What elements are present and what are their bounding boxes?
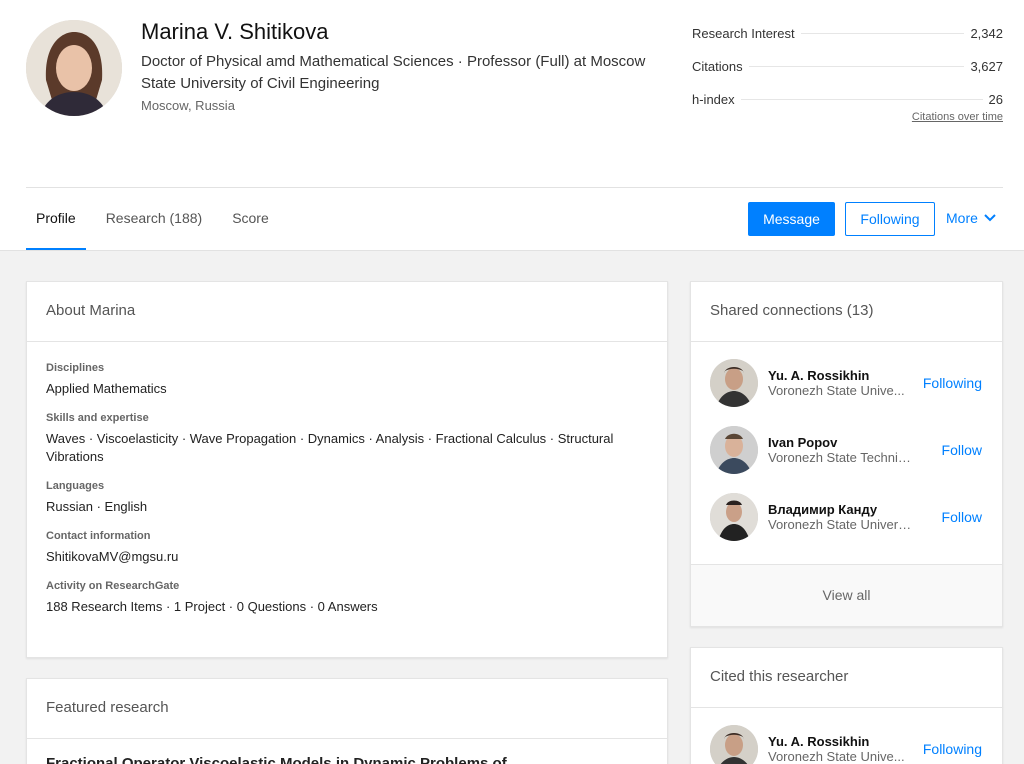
shared-heading: Shared connections (13) bbox=[691, 282, 1002, 342]
about-card: About Marina Disciplines Applied Mathema… bbox=[26, 281, 668, 658]
profile-title: Doctor of Physical amd Mathematical Scie… bbox=[141, 53, 646, 92]
disciplines-value[interactable]: Applied Mathematics bbox=[46, 380, 648, 398]
about-heading: About Marina bbox=[27, 282, 667, 342]
skills-label: Skills and expertise bbox=[46, 412, 149, 424]
stat-citations[interactable]: Citations 3,627 bbox=[692, 50, 1003, 83]
stat-research-interest[interactable]: Research Interest 2,342 bbox=[692, 17, 1003, 50]
cited-heading: Cited this researcher bbox=[691, 648, 1002, 708]
view-all-button[interactable]: View all bbox=[691, 564, 1002, 626]
message-button[interactable]: Message bbox=[748, 202, 835, 236]
follow-link[interactable]: Follow bbox=[942, 509, 982, 525]
following-button[interactable]: Following bbox=[845, 202, 935, 236]
skills-value[interactable]: Waves · Viscoelasticity · Wave Propagati… bbox=[46, 430, 648, 466]
avatar[interactable] bbox=[710, 492, 758, 541]
featured-item-title[interactable]: Fractional Operator Viscoelastic Models … bbox=[46, 755, 566, 764]
chevron-down-icon bbox=[984, 214, 996, 222]
activity-label: Activity on ResearchGate bbox=[46, 580, 180, 592]
person-institution: Voronezh State Universi... bbox=[768, 516, 913, 532]
list-item[interactable]: Ivan Popov Voronezh State Technic... Fol… bbox=[691, 416, 1002, 483]
stats-panel: Research Interest 2,342 Citations 3,627 h-… bbox=[692, 17, 1003, 116]
follow-link[interactable]: Follow bbox=[942, 442, 982, 458]
profile-avatar[interactable] bbox=[26, 20, 122, 116]
avatar[interactable] bbox=[710, 358, 758, 407]
person-name[interactable]: Ivan Popov bbox=[768, 435, 913, 450]
contact-label: Contact information bbox=[46, 530, 151, 542]
languages-value: Russian · English bbox=[46, 499, 148, 514]
list-item[interactable]: Yu. A. Rossikhin Voronezh State Unive...… bbox=[691, 349, 1002, 416]
person-name[interactable]: Yu. A. Rossikhin bbox=[768, 734, 913, 749]
tab-score[interactable]: Score bbox=[222, 188, 279, 250]
avatar[interactable] bbox=[710, 425, 758, 474]
person-name[interactable]: Yu. A. Rossikhin bbox=[768, 368, 913, 383]
person-institution: Voronezh State Unive... bbox=[768, 382, 905, 398]
list-item[interactable]: Yu. A. Rossikhin Voronezh State Unive...… bbox=[691, 715, 1002, 764]
cited-researcher-card: Cited this researcher Yu. A. Rossikhin V… bbox=[690, 647, 1003, 764]
avatar[interactable] bbox=[710, 724, 758, 764]
list-item[interactable]: Владимир Канду Voronezh State Universi..… bbox=[691, 483, 1002, 550]
person-institution: Voronezh State Technic... bbox=[768, 449, 913, 465]
citations-over-time-link[interactable]: Citations over time bbox=[912, 111, 1003, 123]
contact-email[interactable]: ShitikovaMV@mgsu.ru bbox=[46, 548, 648, 566]
profile-tabs: Profile Research (188) Score bbox=[26, 188, 289, 250]
shared-connections-card: Shared connections (13) Yu. A. Rossikhin… bbox=[690, 281, 1003, 627]
featured-research-card: Featured research Fractional Operator Vi… bbox=[26, 678, 668, 764]
activity-value[interactable]: 188 Research Items · 1 Project · 0 Quest… bbox=[46, 598, 648, 616]
tab-profile[interactable]: Profile bbox=[26, 188, 86, 250]
person-name[interactable]: Владимир Канду bbox=[768, 502, 913, 517]
profile-name: Marina V. Shitikova bbox=[141, 19, 329, 44]
tab-research[interactable]: Research (188) bbox=[96, 188, 213, 250]
following-link[interactable]: Following bbox=[923, 375, 982, 391]
more-menu[interactable]: More bbox=[946, 210, 996, 226]
profile-location: Moscow, Russia bbox=[141, 98, 235, 113]
disciplines-label: Disciplines bbox=[46, 362, 105, 374]
featured-heading: Featured research bbox=[27, 679, 667, 739]
following-link[interactable]: Following bbox=[923, 741, 982, 757]
person-institution: Voronezh State Unive... bbox=[768, 748, 905, 764]
profile-header: Marina V. Shitikova Doctor of Physical a… bbox=[0, 0, 1024, 251]
languages-label: Languages bbox=[46, 480, 105, 492]
